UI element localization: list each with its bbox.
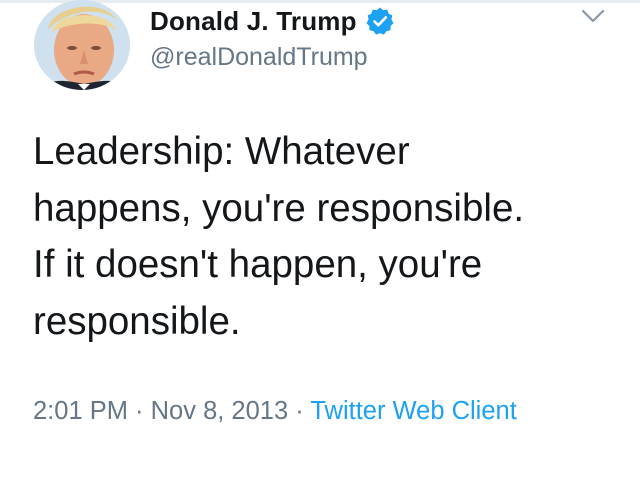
separator-dot: · [127, 397, 151, 425]
verified-badge-icon [365, 6, 395, 36]
display-name[interactable]: Donald J. Trump [150, 6, 357, 37]
tweet-card: Donald J. Trump @realDonaldTrump Leaders… [0, 0, 640, 493]
chevron-down-icon[interactable] [578, 6, 608, 28]
separator-dot: · [288, 397, 311, 425]
tweet-text: Leadership: Whatever happens, you're res… [33, 130, 525, 343]
avatar[interactable] [34, 0, 130, 90]
tweet-metadata: 2:01 PM · Nov 8, 2013 · Twitter Web Clie… [33, 392, 593, 430]
avatar-image [34, 0, 130, 90]
tweet-source-link[interactable]: Twitter Web Client [310, 397, 516, 425]
display-name-row: Donald J. Trump [150, 4, 395, 38]
tweet-date[interactable]: Nov 8, 2013 [151, 397, 289, 425]
user-handle[interactable]: @realDonaldTrump [150, 43, 368, 72]
tweet-time[interactable]: 2:01 PM [33, 397, 128, 425]
